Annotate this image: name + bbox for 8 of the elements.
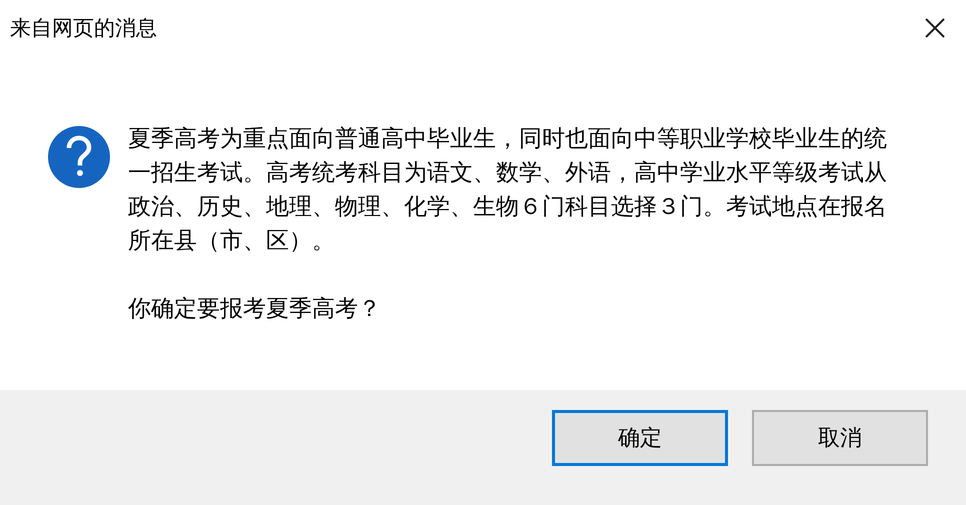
- ok-button[interactable]: 确定: [552, 410, 728, 466]
- question-icon: [46, 124, 112, 190]
- close-button[interactable]: [924, 17, 946, 39]
- close-icon: [924, 17, 946, 39]
- message-text: 夏季高考为重点面向普通高中毕业生，同时也面向中等职业学校毕业生的统一招生考试。高考统考科目为语文、数学、外语，高中学业水平等级考试从政治、历史、地理、物理、化学、生物６门科目选择３门。考试地点在报名所在县（市、区）。: [128, 125, 888, 256]
- question-text: 你确定要报考夏季高考？: [128, 295, 382, 324]
- cancel-button[interactable]: 取消: [752, 410, 928, 466]
- window-title: 来自网页的消息: [10, 15, 157, 42]
